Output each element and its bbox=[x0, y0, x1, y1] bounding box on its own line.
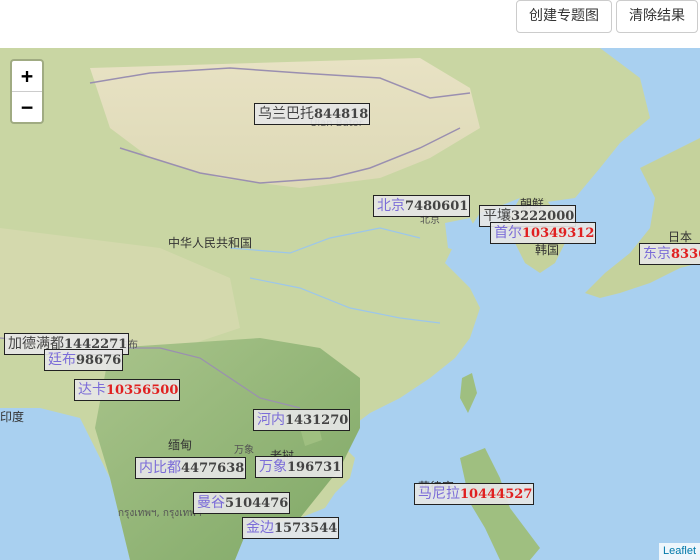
city-value: 1431270 bbox=[285, 413, 349, 428]
city-label[interactable]: 首尔10349312 bbox=[490, 222, 597, 244]
city-name: 北京 bbox=[377, 198, 405, 214]
leaflet-attribution-link[interactable]: Leaflet bbox=[658, 543, 700, 560]
zoom-control: + − bbox=[10, 59, 44, 124]
city-label[interactable]: 曼谷5104476 bbox=[193, 492, 291, 514]
city-label[interactable]: 廷布98676 bbox=[44, 349, 124, 371]
zoom-in-button[interactable]: + bbox=[12, 61, 42, 91]
zoom-out-button[interactable]: − bbox=[12, 91, 42, 122]
city-label[interactable]: 万象196731 bbox=[255, 456, 344, 478]
map-view[interactable]: 中华人民共和国 Ulan Bator 北京 朝鲜 韩国 日本 缅甸 万象 老挝 … bbox=[0, 48, 700, 560]
city-value: 10356500 bbox=[106, 383, 179, 398]
map-label-china: 中华人民共和国 bbox=[168, 236, 253, 250]
city-name: 马尼拉 bbox=[418, 486, 460, 502]
city-name: 万象 bbox=[259, 459, 287, 475]
city-value: 10444527 bbox=[460, 487, 533, 502]
clear-results-button[interactable]: 清除结果 bbox=[616, 0, 698, 33]
city-label[interactable]: 金边1573544 bbox=[242, 517, 340, 539]
city-label[interactable]: 马尼拉10444527 bbox=[414, 483, 535, 505]
city-value: 98676 bbox=[76, 353, 122, 368]
map-label-vientiane-local: 万象 bbox=[234, 445, 254, 456]
city-name: 乌兰巴托 bbox=[258, 106, 314, 122]
city-value: 10349312 bbox=[522, 226, 595, 241]
city-value: 844818 bbox=[314, 107, 369, 122]
create-thematic-map-button[interactable]: 创建专题图 bbox=[516, 0, 612, 33]
city-name: 东京 bbox=[643, 246, 671, 262]
city-name: 廷布 bbox=[48, 352, 76, 368]
city-value: 1573544 bbox=[274, 521, 338, 536]
city-name: 首尔 bbox=[494, 225, 522, 241]
city-label[interactable]: 北京7480601 bbox=[373, 195, 471, 217]
map-label-bangkok-local: กรุงเทพฯ, กรุงเทพฯ bbox=[118, 508, 202, 519]
city-label[interactable]: 乌兰巴托844818 bbox=[254, 103, 371, 125]
city-label[interactable]: 内比都4477638 bbox=[135, 457, 247, 479]
city-name: 曼谷 bbox=[197, 495, 225, 511]
city-label[interactable]: 河内1431270 bbox=[253, 409, 351, 431]
city-value: 7480601 bbox=[405, 199, 469, 214]
toolbar: 创建专题图 清除结果 bbox=[0, 0, 700, 48]
city-label[interactable]: 东京8336 bbox=[639, 243, 700, 265]
city-value: 4477638 bbox=[181, 461, 245, 476]
city-name: 达卡 bbox=[78, 382, 106, 398]
city-value: 8336 bbox=[671, 247, 700, 262]
city-name: 河内 bbox=[257, 412, 285, 428]
city-value: 5104476 bbox=[225, 496, 289, 511]
city-name: 内比都 bbox=[139, 460, 181, 476]
city-name: 金边 bbox=[246, 520, 274, 536]
city-value: 196731 bbox=[287, 460, 342, 475]
map-label-india: 印度 bbox=[0, 410, 25, 424]
map-label-myanmar: 缅甸 bbox=[168, 438, 193, 452]
city-label[interactable]: 达卡10356500 bbox=[74, 379, 181, 401]
